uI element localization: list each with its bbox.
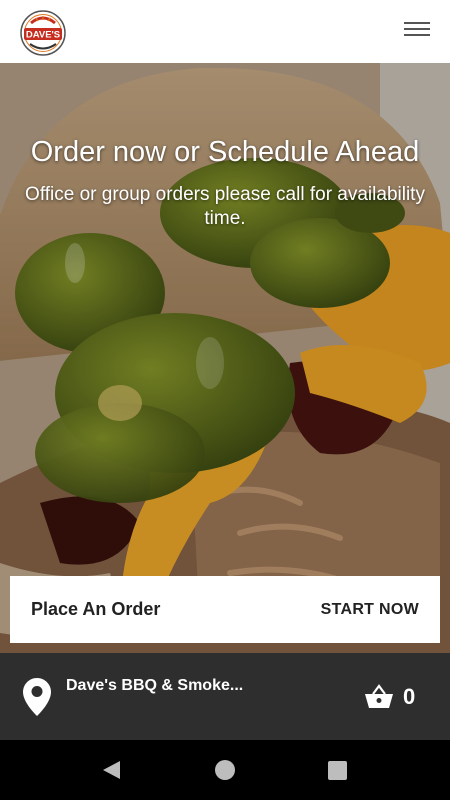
app-header: DAVE'S: [0, 0, 450, 63]
home-circle-icon[interactable]: [215, 760, 235, 780]
back-triangle-icon[interactable]: [100, 759, 122, 781]
cart-count[interactable]: 0: [403, 684, 415, 710]
map-pin-icon[interactable]: [22, 677, 52, 717]
place-order-label: Place An Order: [31, 599, 161, 619]
store-name[interactable]: Dave's BBQ & Smoke...: [66, 677, 256, 695]
hero-banner: Order now or Schedule Ahead Office or gr…: [0, 63, 450, 653]
start-now-button[interactable]: START NOW: [321, 601, 419, 619]
hero-subtitle: Office or group orders please call for a…: [25, 184, 425, 229]
hamburger-menu-icon[interactable]: [404, 20, 430, 42]
recents-square-icon[interactable]: [328, 761, 347, 780]
daves-logo[interactable]: DAVE'S: [18, 9, 68, 57]
basket-icon[interactable]: [364, 684, 394, 710]
place-order-button[interactable]: Place An Order START NOW: [10, 576, 440, 643]
hero-title: Order now or Schedule Ahead: [30, 136, 420, 168]
svg-text:DAVE'S: DAVE'S: [26, 30, 60, 41]
